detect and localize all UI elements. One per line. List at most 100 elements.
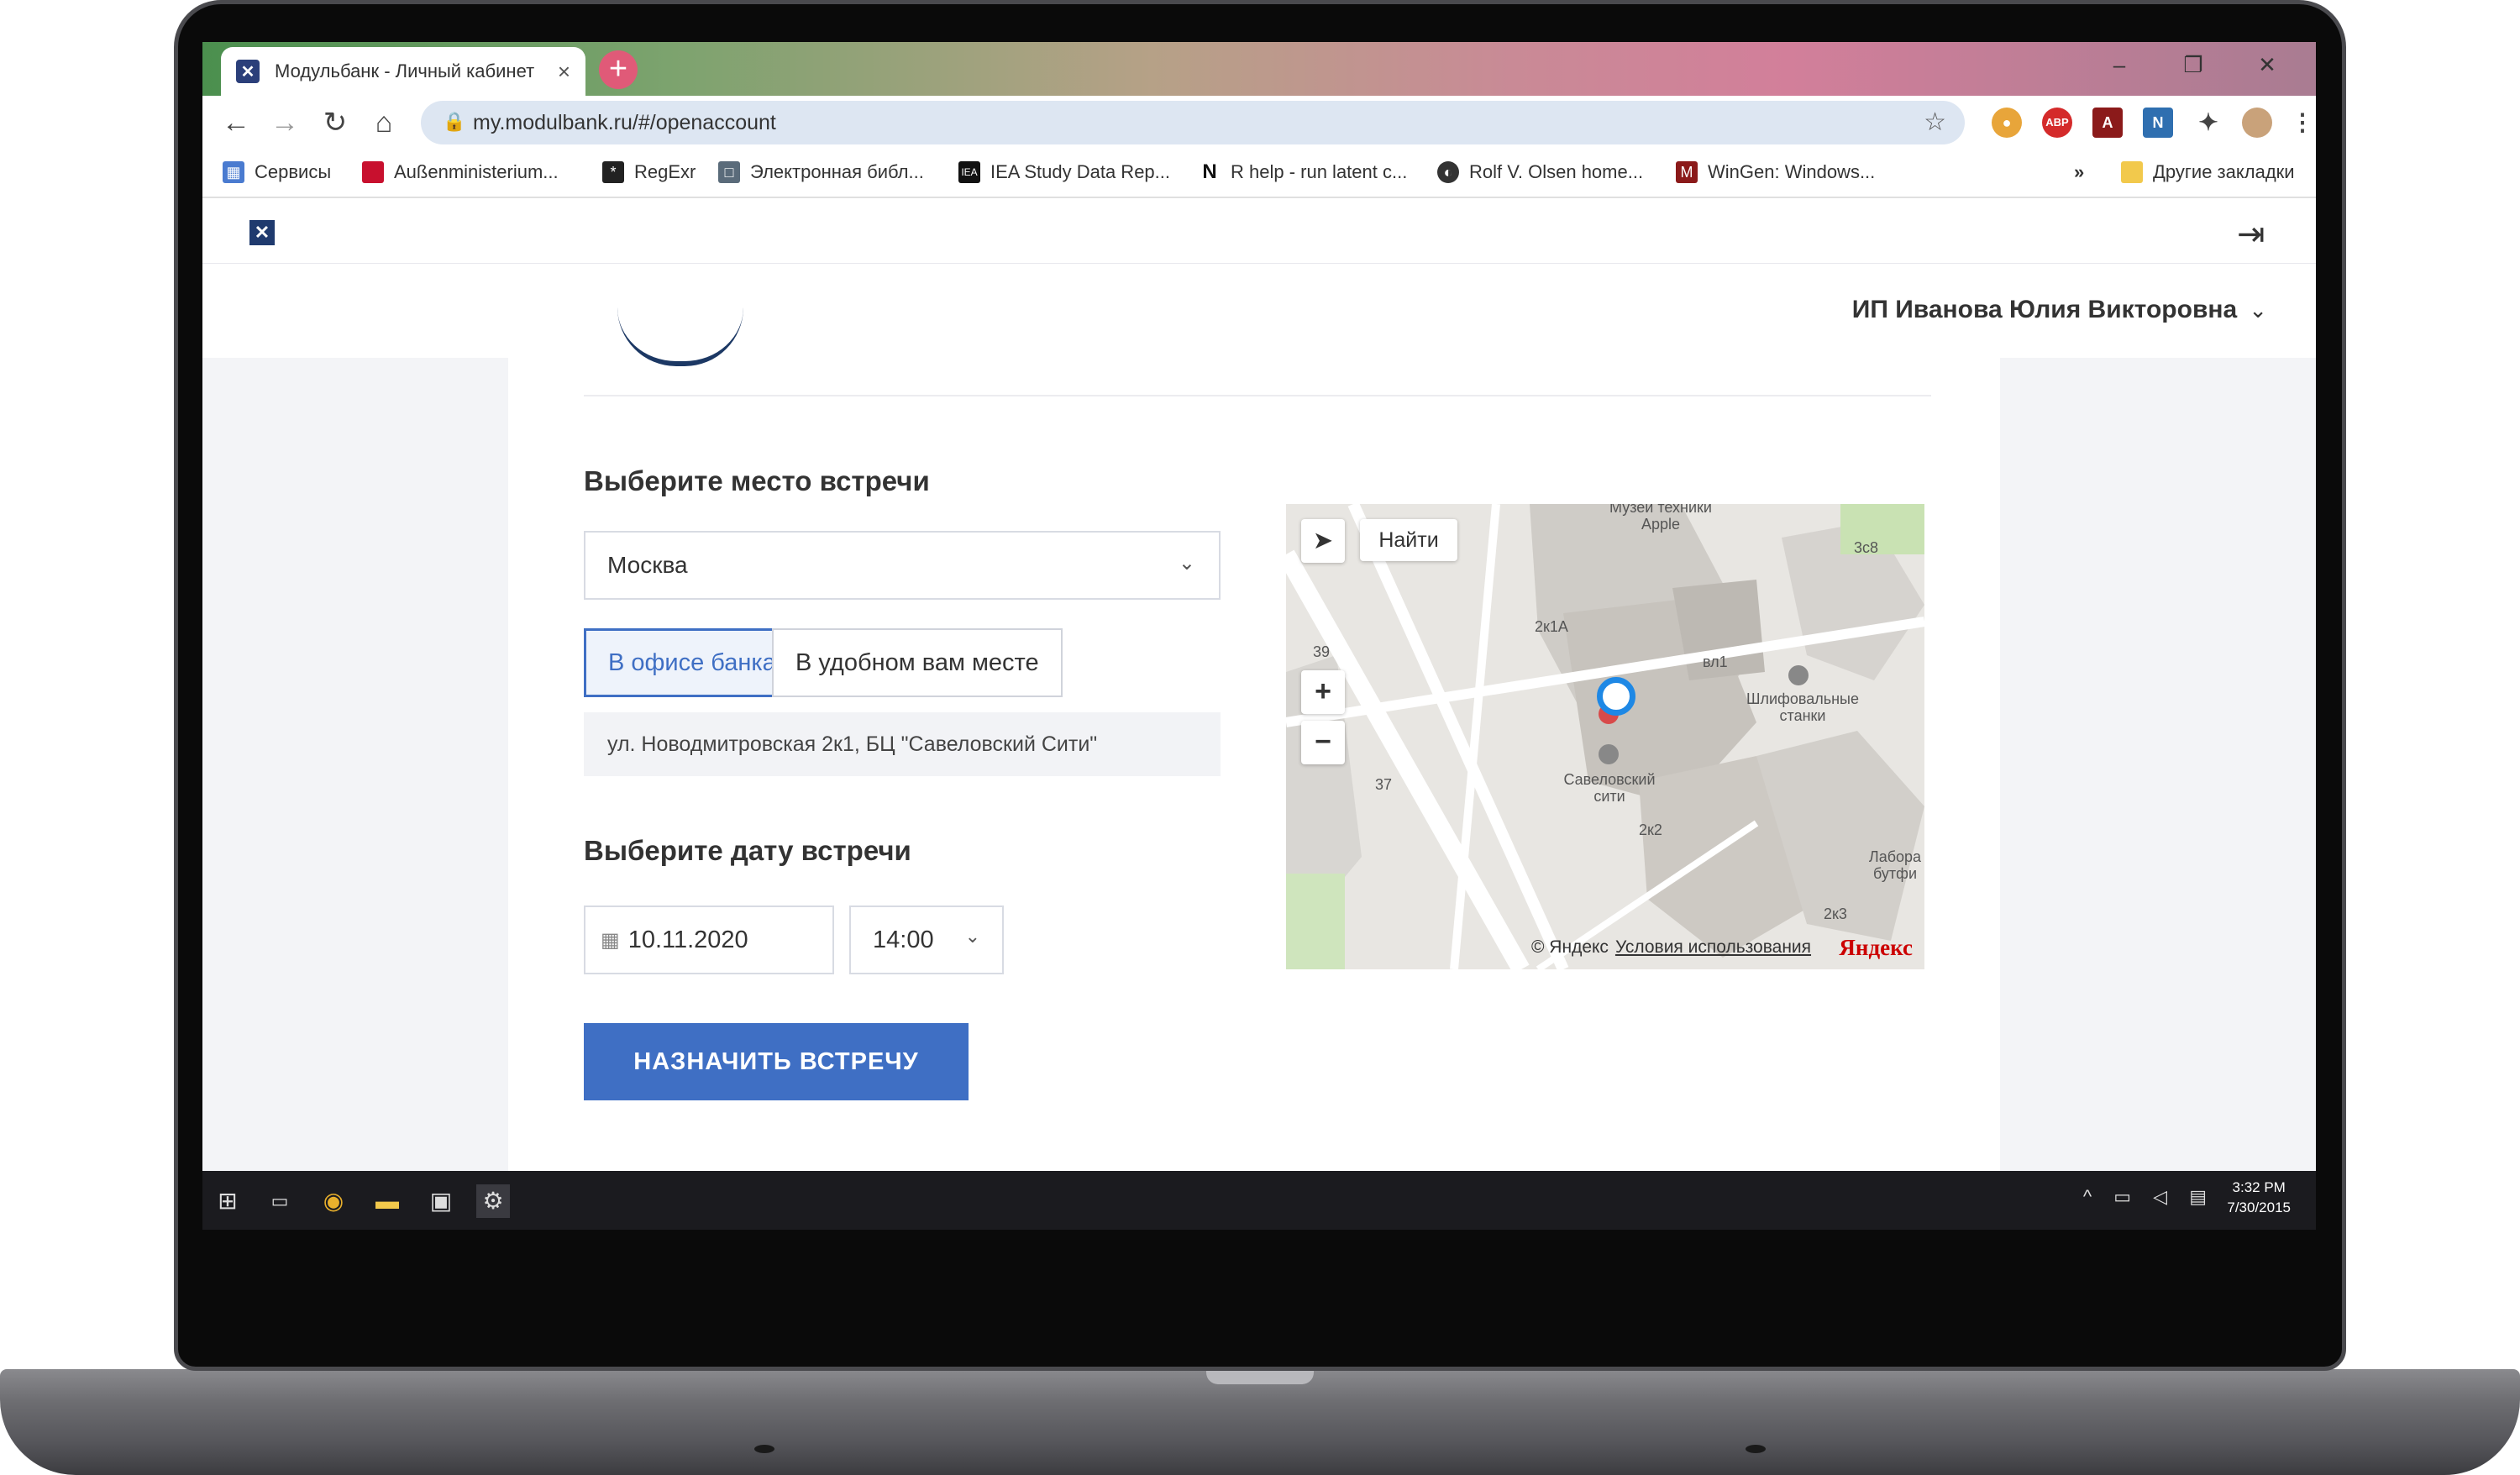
wingen-icon: M xyxy=(1676,161,1698,183)
map-poi: Савеловский сити xyxy=(1563,771,1656,805)
address-bar[interactable]: 🔒 my.modulbank.ru/#/openaccount ☆ xyxy=(421,101,1965,144)
bookmark-item[interactable]: □ Электронная библ... xyxy=(718,161,924,183)
laptop-base xyxy=(0,1369,2520,1475)
more-bookmarks-chevron[interactable]: » xyxy=(2074,161,2084,183)
schedule-meeting-button[interactable]: НАЗНАЧИТЬ ВСТРЕЧУ xyxy=(584,1023,969,1100)
map-poi: Музей техники Apple xyxy=(1609,504,1712,533)
stage: ✕ Модульбанк - Личный кабинет × + – ❐ ✕ … xyxy=(0,0,2520,1475)
bookmark-item[interactable]: ▦ Сервисы xyxy=(223,161,331,183)
task-view-icon[interactable]: ▭ xyxy=(263,1184,297,1218)
bookmark-item[interactable]: IEA IEA Study Data Rep... xyxy=(958,161,1170,183)
bookmark-item[interactable]: M WinGen: Windows... xyxy=(1676,161,1875,183)
back-icon[interactable]: ← xyxy=(218,104,255,141)
clock-date: 7/30/2015 xyxy=(2227,1199,2291,1215)
profile-avatar[interactable] xyxy=(2242,108,2272,138)
zoom-out-button[interactable]: − xyxy=(1301,721,1345,764)
bookmarks-bar: ▦ Сервисы Außenministerium... * RegExr □ Эл… xyxy=(202,150,2316,198)
yandex-logo[interactable]: Яндекс xyxy=(1839,935,1913,961)
modulbank-logo-icon[interactable]: ✕ xyxy=(249,220,275,245)
date-value: 10.11.2020 xyxy=(627,926,748,953)
map-canvas xyxy=(1286,504,1924,969)
bookmark-item[interactable]: N R help - run latent c... xyxy=(1199,161,1407,183)
globe-icon: ◐ xyxy=(1437,161,1459,183)
tab-strip: ✕ Модульбанк - Личный кабинет × + – ❐ ✕ xyxy=(202,42,2316,96)
time-select[interactable]: 14:00 ⌄ xyxy=(849,905,1004,974)
user-name: ИП Иванова Юлия Викторовна xyxy=(1851,296,2238,323)
bookmark-item[interactable]: ◐ Rolf V. Olsen home... xyxy=(1437,161,1643,183)
apps-grid-icon: ▦ xyxy=(223,161,244,183)
bookmark-label: IEA Study Data Rep... xyxy=(990,161,1171,182)
chevron-down-icon: ⌄ xyxy=(2249,297,2267,323)
bookmark-item[interactable]: Außenministerium... xyxy=(362,161,559,183)
time-value: 14:00 xyxy=(873,926,934,953)
calendar-icon: ▦ xyxy=(601,928,620,952)
zoom-in-button[interactable]: + xyxy=(1301,670,1345,714)
reload-icon[interactable]: ↻ xyxy=(317,104,354,141)
lock-icon: 🔒 xyxy=(443,111,466,132)
screen: ✕ Модульбанк - Личный кабинет × + – ❐ ✕ … xyxy=(202,42,2316,1230)
menu-kebab-icon[interactable]: ⋮ xyxy=(2287,108,2316,138)
windows-start-icon[interactable]: ⊞ xyxy=(211,1184,244,1218)
logout-icon[interactable]: ⇥ xyxy=(2237,215,2265,254)
file-explorer-icon[interactable]: ▬ xyxy=(370,1184,404,1218)
n-extension-icon[interactable]: N xyxy=(2143,108,2173,138)
divider xyxy=(584,395,1931,396)
house-number: 39 xyxy=(1313,643,1331,660)
illustration-fragment xyxy=(617,307,743,366)
bookmark-label: RegExr xyxy=(634,161,696,182)
map-poi: Шлифовальные станки xyxy=(1746,690,1859,724)
city-select[interactable]: Москва ⌄ xyxy=(584,531,1221,600)
home-icon[interactable]: ⌂ xyxy=(365,104,402,141)
bookmark-label: Außenministerium... xyxy=(394,161,559,182)
restore-icon[interactable]: ❐ xyxy=(2168,52,2218,78)
chrome-taskbar-icon[interactable]: ◉ xyxy=(317,1184,350,1218)
url-text: my.modulbank.ru/#/openaccount xyxy=(473,110,776,134)
option-bank-office[interactable]: В офисе банка xyxy=(584,628,801,697)
extensions-puzzle-icon[interactable]: ✦ xyxy=(2193,108,2223,138)
map-find-button[interactable]: Найти xyxy=(1360,519,1457,561)
app-header: ✕ ⇥ xyxy=(202,202,2316,264)
browser-tab-active[interactable]: ✕ Модульбанк - Личный кабинет × xyxy=(221,47,585,96)
user-menu[interactable]: ИП Иванова Юлия Викторовна ⌄ xyxy=(1852,296,2267,324)
austria-flag-icon xyxy=(362,161,384,183)
laptop-hinge xyxy=(1206,1371,1314,1384)
bookmark-item[interactable]: * RegExr xyxy=(602,161,696,183)
regexr-icon: * xyxy=(602,161,624,183)
adblock-extension-icon[interactable]: ABP xyxy=(2042,108,2072,138)
bookmark-label: Rolf V. Olsen home... xyxy=(1469,161,1644,182)
clock[interactable]: 3:32 PM 7/30/2015 xyxy=(2227,1178,2291,1218)
date-heading: Выберите дату встречи xyxy=(584,835,911,866)
map-terms-link[interactable]: Условия использования xyxy=(1615,937,1811,957)
minimize-icon[interactable]: – xyxy=(2094,52,2145,78)
yandex-map[interactable]: Музей техники Apple Шлифовальные станки … xyxy=(1286,504,1924,969)
windows-taskbar: ⊞ ▭ ◉ ▬ ▣ ⚙ ^ ▭ ◁ ▤ 3:32 PM 7/30/2015 xyxy=(202,1171,2316,1230)
close-window-icon[interactable]: ✕ xyxy=(2242,52,2292,78)
bookmark-star-icon[interactable]: ☆ xyxy=(1924,108,1946,137)
pdf-extension-icon[interactable]: A xyxy=(2092,108,2123,138)
location-pin-icon xyxy=(1597,677,1635,716)
place-heading: Выберите место встречи xyxy=(584,465,930,496)
date-field[interactable]: ▦ 10.11.2020 xyxy=(584,905,834,974)
house-number: 37 xyxy=(1375,776,1393,793)
option-custom-place[interactable]: В удобном вам месте xyxy=(772,628,1063,697)
bookmark-label: WinGen: Windows... xyxy=(1708,161,1876,182)
house-number: 2к2 xyxy=(1639,821,1662,838)
house-number: 2к3 xyxy=(1824,905,1847,922)
map-poi: Лабора бутфи xyxy=(1868,848,1922,882)
forward-icon[interactable]: → xyxy=(266,104,303,141)
iea-icon: IEA xyxy=(958,161,980,183)
new-tab-button[interactable]: + xyxy=(599,50,638,89)
meeting-form-card: Выберите место встречи Москва ⌄ В офисе … xyxy=(508,358,2000,1171)
geolocation-icon[interactable]: ➤ xyxy=(1301,519,1345,563)
map-copyright: © Яндекс Условия использования xyxy=(1531,937,1811,958)
city-value: Москва xyxy=(607,552,688,578)
cookie-extension-icon[interactable]: ● xyxy=(1992,108,2022,138)
tab-close-icon[interactable]: × xyxy=(558,59,570,85)
settings-gear-icon[interactable]: ⚙ xyxy=(476,1184,510,1218)
copyright-text: © Яндекс xyxy=(1531,937,1609,957)
folder-icon xyxy=(2121,161,2143,183)
store-icon[interactable]: ▣ xyxy=(424,1184,458,1218)
system-tray-icons[interactable]: ^ ▭ ◁ ▤ xyxy=(2083,1186,2215,1208)
other-bookmarks-folder[interactable]: Другие закладки xyxy=(2121,161,2295,183)
more-bookmarks-label: » xyxy=(2074,161,2085,182)
